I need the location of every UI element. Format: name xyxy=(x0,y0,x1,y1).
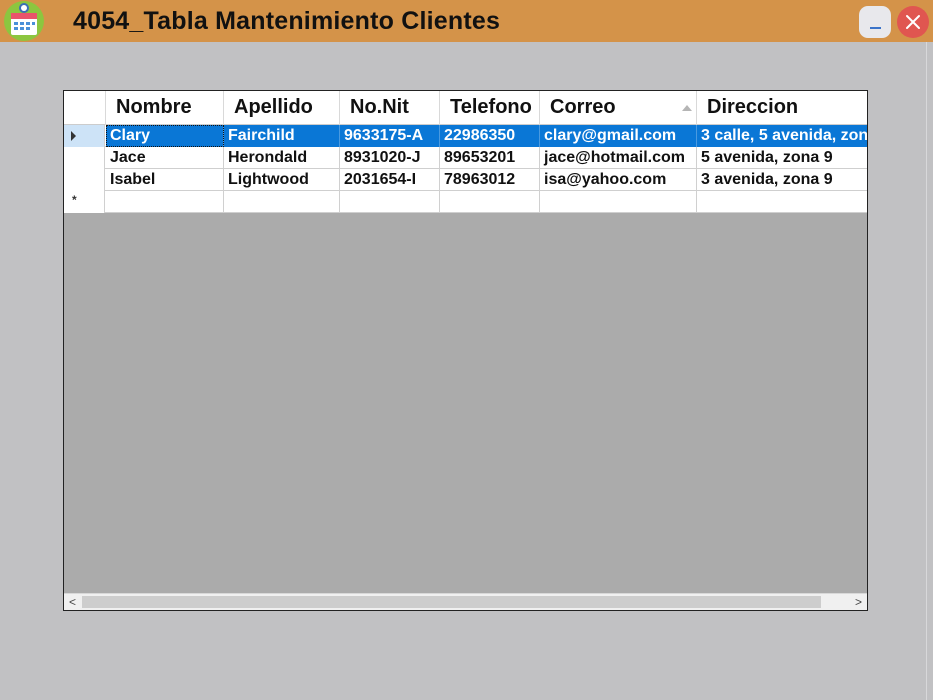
cell-direccion[interactable]: 3 avenida, zona 9 xyxy=(697,169,867,191)
table-row[interactable]: Isabel Lightwood 2031654-I 78963012 isa@… xyxy=(64,169,867,191)
cell-direccion[interactable] xyxy=(697,191,867,213)
cell-telefono[interactable] xyxy=(440,191,540,213)
close-icon xyxy=(906,15,920,29)
clients-data-grid[interactable]: Nombre Apellido No.Nit Telefono Correo D… xyxy=(63,90,868,611)
cell-nit[interactable] xyxy=(340,191,440,213)
sort-ascending-icon xyxy=(682,105,692,111)
scrollbar-thumb[interactable] xyxy=(82,596,821,608)
grid-header-row: Nombre Apellido No.Nit Telefono Correo D… xyxy=(64,91,867,125)
window-right-edge xyxy=(926,42,933,700)
cell-apellido[interactable]: Herondald xyxy=(224,147,340,169)
title-bar: 4054_Tabla Mantenimiento Clientes xyxy=(0,0,933,42)
column-header-nombre[interactable]: Nombre xyxy=(106,91,224,125)
scroll-left-button[interactable]: < xyxy=(64,594,81,610)
cell-nombre[interactable]: Isabel xyxy=(106,169,224,191)
cell-nombre[interactable] xyxy=(106,191,224,213)
cell-apellido[interactable] xyxy=(224,191,340,213)
cell-apellido[interactable]: Lightwood xyxy=(224,169,340,191)
column-header-correo-label: Correo xyxy=(550,96,616,118)
row-header[interactable]: * xyxy=(64,191,105,213)
calendar-app-icon xyxy=(4,1,44,41)
window-title: 4054_Tabla Mantenimiento Clientes xyxy=(73,7,501,35)
cell-direccion[interactable]: 5 avenida, zona 9 xyxy=(697,147,867,169)
cell-correo[interactable]: clary@gmail.com xyxy=(540,125,697,147)
cell-nit[interactable]: 2031654-I xyxy=(340,169,440,191)
column-header-correo[interactable]: Correo xyxy=(540,91,697,125)
scroll-right-button[interactable]: > xyxy=(850,594,867,610)
close-button[interactable] xyxy=(897,6,929,38)
column-header-apellido[interactable]: Apellido xyxy=(224,91,340,125)
cell-nit[interactable]: 8931020-J xyxy=(340,147,440,169)
current-row-arrow-icon xyxy=(71,131,76,141)
cell-correo[interactable] xyxy=(540,191,697,213)
cell-telefono[interactable]: 89653201 xyxy=(440,147,540,169)
horizontal-scrollbar[interactable]: < > xyxy=(64,593,867,610)
cell-telefono[interactable]: 22986350 xyxy=(440,125,540,147)
table-row[interactable]: Clary Fairchild 9633175-A 22986350 clary… xyxy=(64,125,867,147)
row-header-corner[interactable] xyxy=(64,91,106,125)
table-row[interactable]: Jace Herondald 8931020-J 89653201 jace@h… xyxy=(64,147,867,169)
column-header-direccion[interactable]: Direccion xyxy=(697,91,867,125)
cell-correo[interactable]: jace@hotmail.com xyxy=(540,147,697,169)
row-header[interactable] xyxy=(64,147,105,169)
row-header[interactable] xyxy=(64,125,105,147)
cell-apellido[interactable]: Fairchild xyxy=(224,125,340,147)
cell-direccion[interactable]: 3 calle, 5 avenida, zona 9 xyxy=(697,125,867,147)
new-row[interactable]: * xyxy=(64,191,867,213)
cell-correo[interactable]: isa@yahoo.com xyxy=(540,169,697,191)
column-header-nit[interactable]: No.Nit xyxy=(340,91,440,125)
new-row-marker-icon: * xyxy=(72,193,77,207)
minimize-icon xyxy=(870,27,881,29)
column-header-telefono[interactable]: Telefono xyxy=(440,91,540,125)
cell-nit[interactable]: 9633175-A xyxy=(340,125,440,147)
minimize-button[interactable] xyxy=(859,6,891,38)
cell-telefono[interactable]: 78963012 xyxy=(440,169,540,191)
cell-nombre[interactable]: Clary xyxy=(106,125,224,147)
cell-nombre[interactable]: Jace xyxy=(106,147,224,169)
row-header[interactable] xyxy=(64,169,105,191)
